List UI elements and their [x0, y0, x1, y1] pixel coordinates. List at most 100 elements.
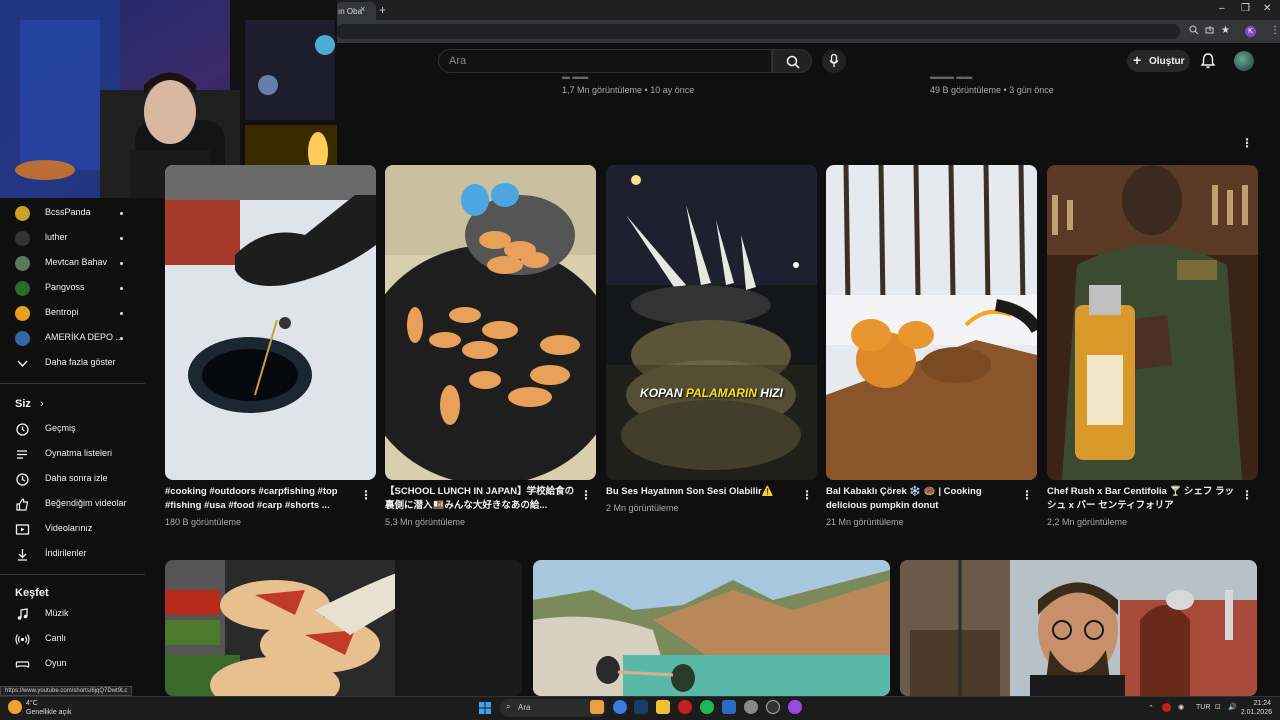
sidebar-item-liked-videos[interactable]: Beğendiğim videolar: [0, 493, 150, 517]
short-thumbnail[interactable]: [385, 165, 596, 480]
more-actions-icon[interactable]: ⋮: [1021, 488, 1033, 502]
channel-avatar: [15, 231, 30, 246]
sidebar-item-playlists[interactable]: Oynatma listeleri: [0, 443, 150, 467]
section-more-icon[interactable]: ⋮: [1241, 136, 1253, 150]
sidebar-item-label: Mevtcan Bahav: [45, 257, 108, 267]
sidebar-item-gaming[interactable]: Oyun: [0, 653, 150, 677]
short-title[interactable]: Chef Rush x Bar Centifolia 🍸 シェフ ラッシュ x …: [1047, 485, 1237, 513]
partial-title-fragment: ▬ ▬▬: [562, 72, 589, 81]
sidebar-item-label: AMERİKA DEPO ...: [45, 332, 124, 342]
sidebar-item-label: Daha fazla göster: [45, 357, 116, 367]
sidebar-item-subscription[interactable]: Bentropi: [0, 302, 150, 326]
clock-time[interactable]: 21:24: [1243, 700, 1271, 707]
network-icon[interactable]: ⊡: [1215, 703, 1221, 711]
sidebar-item-label: Videolarınız: [45, 523, 93, 533]
gaming-icon: [15, 661, 30, 668]
spotify-icon[interactable]: [700, 700, 714, 714]
short-views: 21 Mn görüntüleme: [826, 517, 904, 527]
new-tab-button[interactable]: +: [379, 3, 386, 17]
music-icon: [17, 608, 28, 620]
opera-icon[interactable]: [678, 700, 692, 714]
browser-profile-icon[interactable]: K: [1245, 26, 1256, 37]
browser-tab[interactable]: ın Oba: [336, 2, 376, 20]
more-actions-icon[interactable]: ⋮: [801, 488, 813, 502]
sidebar-item-subscription[interactable]: Pangvoss: [0, 277, 150, 301]
notifications-bell-icon[interactable]: [1199, 52, 1217, 70]
more-actions-icon[interactable]: ⋮: [1241, 488, 1253, 502]
windows-start-icon[interactable]: [479, 701, 491, 714]
live-icon: [15, 634, 30, 645]
language-indicator[interactable]: TUR: [1196, 704, 1210, 711]
volume-icon[interactable]: 🔊: [1228, 703, 1237, 711]
tray-app-icon[interactable]: [1162, 703, 1171, 712]
short-thumbnail[interactable]: [165, 165, 376, 480]
sidebar-item-subscription[interactable]: luther: [0, 227, 150, 251]
app-icon[interactable]: [788, 700, 802, 714]
channel-avatar: [15, 281, 30, 296]
short-views: 2,2 Mn görüntüleme: [1047, 517, 1128, 527]
app-icon[interactable]: [722, 700, 736, 714]
share-icon[interactable]: [1205, 25, 1215, 38]
playlist-icon: [17, 450, 27, 459]
close-window-button[interactable]: ✕: [1263, 3, 1271, 14]
search-button[interactable]: [772, 49, 812, 73]
sidebar-item-downloads[interactable]: İndirilenler: [0, 543, 150, 567]
short-title[interactable]: Bal Kabaklı Çörek ❄️ 🍩 | Cooking delicio…: [826, 485, 1021, 513]
maximize-button[interactable]: ❐: [1241, 3, 1250, 14]
browser-menu-icon[interactable]: ⋮: [1270, 25, 1280, 36]
sidebar-divider: [0, 383, 145, 384]
sidebar-item-label: Müzik: [45, 608, 69, 618]
short-views: 5,3 Mn görüntüleme: [385, 517, 466, 527]
sidebar-item-live[interactable]: Canlı: [0, 628, 150, 652]
sidebar-show-more[interactable]: Daha fazla göster: [0, 352, 150, 376]
short-title[interactable]: #cooking #outdoors #carpfishing #top #fi…: [165, 485, 360, 513]
video-thumbnail[interactable]: [533, 560, 890, 696]
clock-date[interactable]: 2.01.2026: [1240, 709, 1272, 716]
bookmark-star-icon[interactable]: ★: [1221, 25, 1230, 36]
settings-gear-icon[interactable]: [744, 700, 758, 714]
obs-icon[interactable]: [766, 700, 780, 714]
overlay-text-highlight: PALAMARIN: [685, 386, 757, 400]
video-thumbnail[interactable]: [900, 560, 1257, 696]
create-button[interactable]: + Oluştur: [1127, 50, 1190, 72]
voice-search-button[interactable]: [822, 49, 846, 73]
zoom-icon[interactable]: [1189, 25, 1199, 38]
more-actions-icon[interactable]: ⋮: [580, 488, 592, 502]
sidebar-item-watch-later[interactable]: Daha sonra izle: [0, 468, 150, 492]
tab-close-icon[interactable]: ×: [360, 4, 365, 14]
account-avatar[interactable]: [1234, 51, 1254, 71]
short-title[interactable]: Bu Ses Hayatının Son Sesi Olabilir⚠️: [606, 485, 801, 499]
chrome-icon[interactable]: [613, 700, 627, 714]
sidebar-item-your-videos[interactable]: Videolarınız: [0, 518, 150, 542]
sidebar-item-label: Bentropi: [45, 307, 79, 317]
sidebar-item-music[interactable]: Müzik: [0, 603, 150, 627]
steam-icon[interactable]: [634, 700, 648, 714]
weather-icon[interactable]: [8, 700, 22, 714]
tray-icon[interactable]: ◉: [1178, 703, 1184, 711]
search-icon: ⌕: [506, 702, 511, 711]
tray-chevron-icon[interactable]: ⌃: [1148, 704, 1154, 712]
short-thumbnail[interactable]: KOPAN PALAMARIN HIZI: [606, 165, 817, 480]
you-section-heading[interactable]: Siz ›: [15, 398, 44, 410]
download-icon: [18, 549, 27, 561]
short-thumbnail[interactable]: [1047, 165, 1258, 480]
sidebar-item-subscription[interactable]: AMERİKA DEPO ...: [0, 327, 150, 351]
sidebar-item-subscription[interactable]: Mevtcan Bahav: [0, 252, 150, 276]
sidebar-item-subscription[interactable]: BcssPanda: [0, 202, 150, 226]
short-thumbnail[interactable]: [826, 165, 1037, 480]
short-title[interactable]: 【SCHOOL LUNCH IN JAPAN】学校給食の裏側に潜入🍱みんな大好き…: [385, 485, 580, 513]
more-actions-icon[interactable]: ⋮: [360, 488, 372, 502]
sidebar-item-label: BcssPanda: [45, 207, 91, 217]
search-input[interactable]: Ara: [438, 49, 772, 73]
url-field[interactable]: [336, 24, 1180, 39]
video-thumbnail[interactable]: [165, 560, 522, 696]
short-views: 180 B görüntüleme: [165, 517, 242, 527]
minimize-button[interactable]: –: [1219, 3, 1225, 14]
taskbar-widget-icon[interactable]: [590, 700, 604, 714]
new-content-dot: [120, 337, 123, 340]
create-label: Oluştur: [1149, 56, 1185, 67]
you-heading-label: Siz: [15, 398, 31, 410]
new-content-dot: [120, 237, 123, 240]
file-explorer-icon[interactable]: [656, 700, 670, 714]
sidebar-item-history[interactable]: Geçmiş: [0, 418, 150, 442]
